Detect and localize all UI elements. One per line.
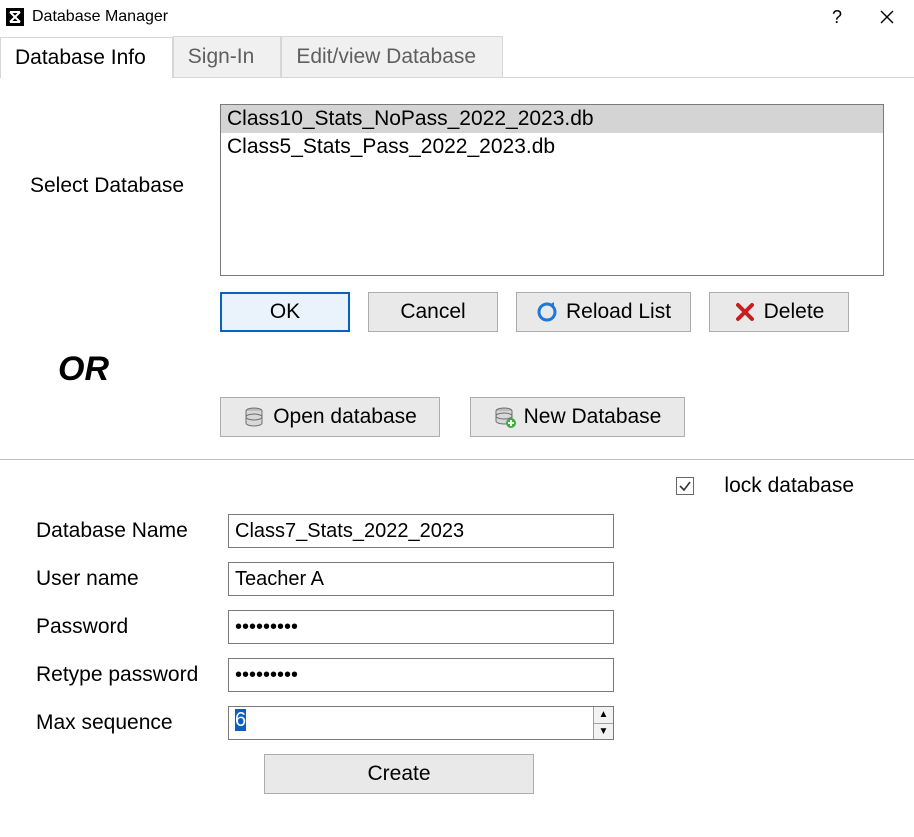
new-database-button[interactable]: New Database <box>470 397 685 437</box>
password-label: Password <box>36 615 228 639</box>
button-label: Delete <box>764 300 825 324</box>
app-icon <box>6 8 24 26</box>
open-database-button[interactable]: Open database <box>220 397 440 437</box>
lock-database-label: lock database <box>724 474 854 498</box>
tab-database-info[interactable]: Database Info <box>0 37 173 78</box>
close-button[interactable] <box>864 2 910 32</box>
username-input[interactable] <box>228 562 614 596</box>
select-database-label: Select Database <box>30 104 220 198</box>
database-listbox[interactable]: Class10_Stats_NoPass_2022_2023.db Class5… <box>220 104 884 276</box>
reload-list-button[interactable]: Reload List <box>516 292 691 332</box>
list-item-text: Class5_Stats_Pass_2022_2023.db <box>227 135 555 158</box>
or-label: OR <box>58 350 884 389</box>
button-label: New Database <box>524 405 662 429</box>
username-label: User name <box>36 567 228 591</box>
database-name-input[interactable] <box>228 514 614 548</box>
stepper-down-icon[interactable]: ▼ <box>594 724 613 740</box>
max-sequence-input[interactable]: 6 <box>229 707 593 739</box>
max-sequence-stepper[interactable]: 6 ▲ ▼ <box>228 706 614 740</box>
tab-edit-view-database[interactable]: Edit/view Database <box>281 36 503 77</box>
delete-icon <box>734 301 756 323</box>
database-name-label: Database Name <box>36 519 228 543</box>
retype-password-label: Retype password <box>36 663 228 687</box>
tab-sign-in[interactable]: Sign-In <box>173 36 282 77</box>
help-button[interactable]: ? <box>814 2 860 32</box>
tab-label: Sign-In <box>188 45 255 68</box>
button-label: OK <box>270 300 300 324</box>
button-label: Cancel <box>400 300 465 324</box>
delete-button[interactable]: Delete <box>709 292 849 332</box>
list-item[interactable]: Class5_Stats_Pass_2022_2023.db <box>221 133 883 161</box>
button-label: Reload List <box>566 300 671 324</box>
cancel-button[interactable]: Cancel <box>368 292 498 332</box>
database-icon <box>243 406 265 428</box>
create-button[interactable]: Create <box>264 754 534 794</box>
list-item[interactable]: Class10_Stats_NoPass_2022_2023.db <box>221 105 883 133</box>
password-input[interactable] <box>228 610 614 644</box>
tab-label: Database Info <box>15 46 146 69</box>
stepper-up-icon[interactable]: ▲ <box>594 707 613 724</box>
database-add-icon <box>494 406 516 428</box>
lock-database-checkbox[interactable] <box>676 477 694 495</box>
max-sequence-label: Max sequence <box>36 711 228 735</box>
ok-button[interactable]: OK <box>220 292 350 332</box>
retype-password-input[interactable] <box>228 658 614 692</box>
window-title: Database Manager <box>32 8 168 26</box>
tab-label: Edit/view Database <box>296 45 476 68</box>
reload-icon <box>536 301 558 323</box>
button-label: Open database <box>273 405 417 429</box>
button-label: Create <box>367 762 430 786</box>
list-item-text: Class10_Stats_NoPass_2022_2023.db <box>227 107 594 130</box>
